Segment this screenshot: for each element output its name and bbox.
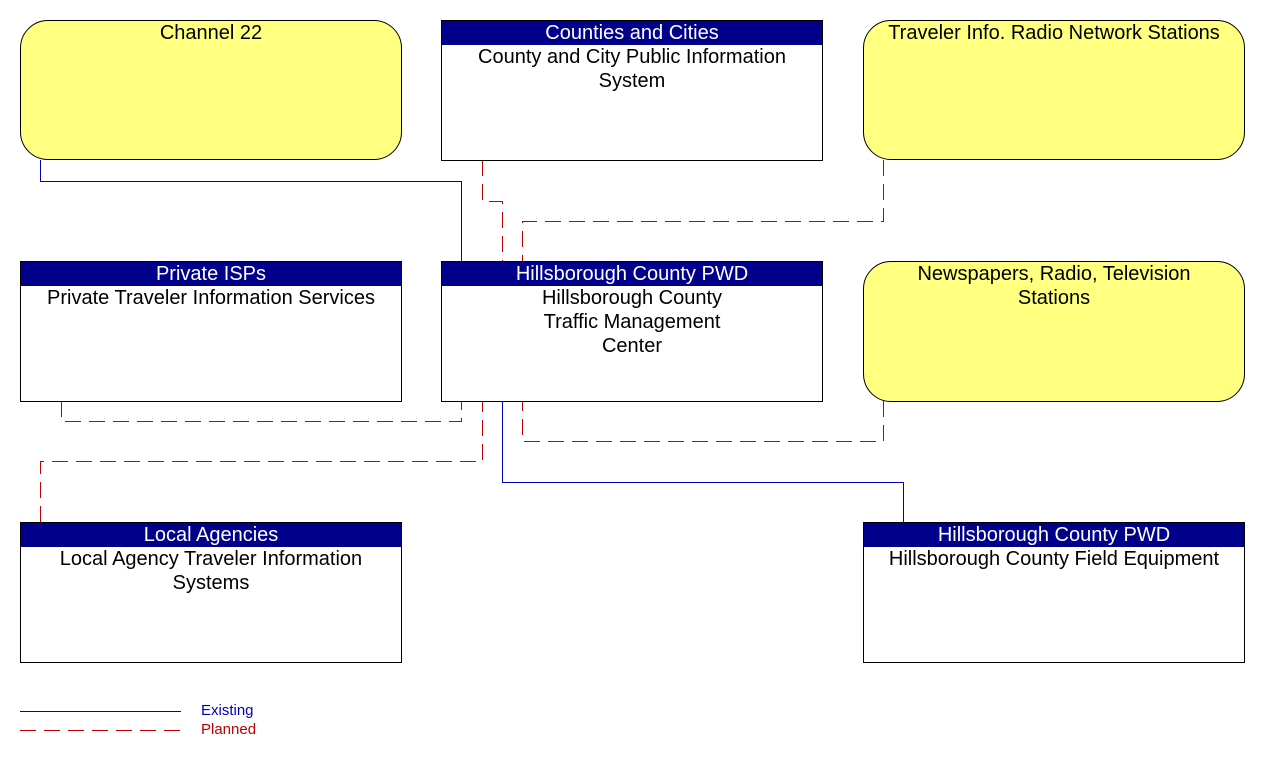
flow-tirns-tmc[interactable] xyxy=(522,160,884,261)
node-media[interactable]: Newspapers, Radio, Television Stations xyxy=(863,261,1245,402)
flow-local-agencies-tmc[interactable] xyxy=(40,401,483,522)
node-field-equipment[interactable]: Hillsborough County PWD Hillsborough Cou… xyxy=(863,522,1245,663)
node-name: Newspapers, Radio, Television Stations xyxy=(917,263,1191,309)
node-channel-22[interactable]: Channel 22 xyxy=(20,20,402,160)
node-local-agencies[interactable]: Local Agencies Local Agency Traveler Inf… xyxy=(20,522,402,663)
node-tirns[interactable]: Traveler Info. Radio Network Stations xyxy=(863,20,1245,160)
node-name: Local Agency Traveler Information System… xyxy=(59,548,363,594)
flow-private-isps-tmc[interactable] xyxy=(61,401,462,422)
flow-channel22-tmc[interactable] xyxy=(40,160,462,261)
node-header: Private ISPs xyxy=(21,262,401,286)
node-private-isps[interactable]: Private ISPs Private Traveler Informatio… xyxy=(20,261,402,402)
node-name: Hillsborough County Traffic Management C… xyxy=(541,287,723,357)
node-name: Channel 22 xyxy=(159,22,263,44)
node-tmc[interactable]: Hillsborough County PWD Hillsborough Cou… xyxy=(441,261,823,402)
node-header: Counties and Cities xyxy=(442,21,822,45)
node-name: Hillsborough County Field Equipment xyxy=(888,548,1220,570)
node-header: Hillsborough County PWD xyxy=(442,262,822,286)
node-header: Hillsborough County PWD xyxy=(864,523,1244,547)
flow-media-tmc[interactable] xyxy=(522,401,884,442)
legend-existing-label: Existing xyxy=(201,702,254,719)
node-county-city-public-info[interactable]: Counties and Cities County and City Publ… xyxy=(441,20,823,161)
legend-planned-label: Planned xyxy=(201,721,257,738)
node-header: Local Agencies xyxy=(21,523,401,547)
flow-county-city-tmc[interactable] xyxy=(482,160,503,261)
node-name: County and City Public Information Syste… xyxy=(478,46,786,92)
node-name: Traveler Info. Radio Network Stations xyxy=(888,22,1220,44)
flow-field-equipment-tmc[interactable] xyxy=(502,401,904,522)
node-name: Private Traveler Information Services xyxy=(47,287,375,309)
